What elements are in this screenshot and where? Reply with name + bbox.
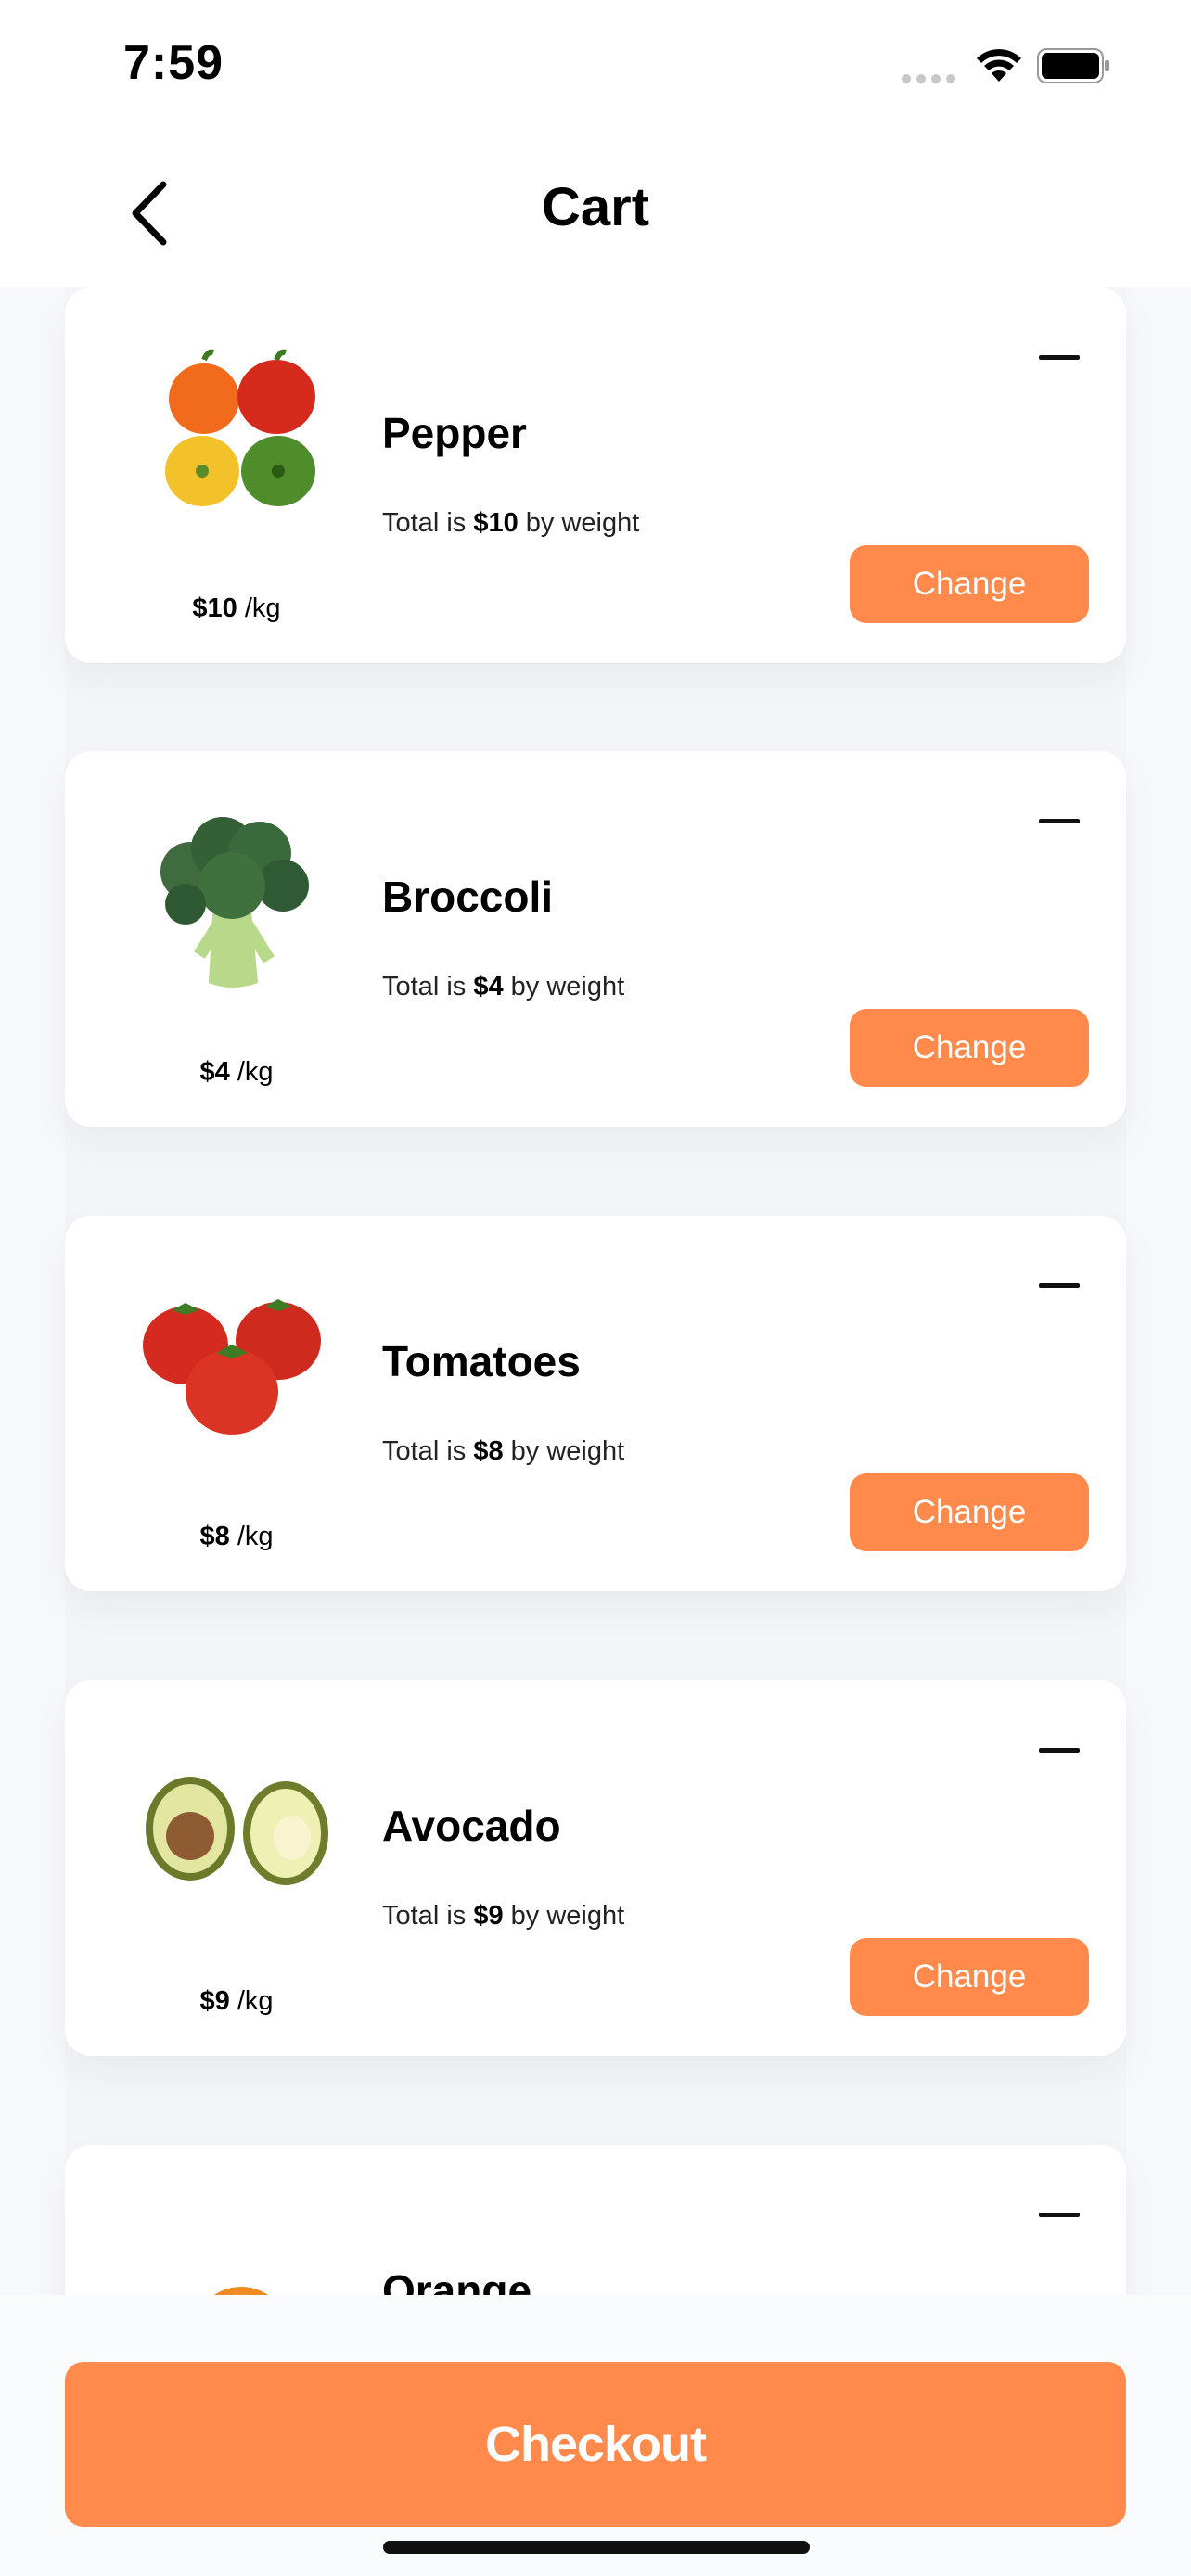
cart-list[interactable]: Pepper Total is $10 by weight $10 /kg Ch… — [0, 287, 1191, 2295]
battery-icon — [1037, 48, 1109, 83]
item-total: Total is $8 by weight — [382, 1436, 625, 1466]
item-name: Orange — [382, 2266, 532, 2295]
cart-item-avocado: Avocado Total is $9 by weight $9 /kg Cha… — [65, 1680, 1126, 2056]
remove-item-button[interactable] — [1031, 1271, 1087, 1299]
change-button[interactable]: Change — [850, 1473, 1089, 1551]
item-price: $8 /kg — [199, 1522, 274, 1551]
orange-image — [213, 2287, 269, 2295]
home-indicator[interactable] — [383, 2541, 810, 2554]
footer: Checkout — [0, 2295, 1191, 2576]
cart-item-broccoli: Broccoli Total is $4 by weight $4 /kg Ch… — [65, 751, 1126, 1127]
item-name: Broccoli — [382, 873, 554, 921]
wifi-icon — [977, 49, 1021, 82]
signal-icon — [902, 74, 955, 83]
item-name: Pepper — [382, 409, 527, 457]
cart-item-pepper: Pepper Total is $10 by weight $10 /kg Ch… — [65, 287, 1126, 663]
cart-screen: 7:59 Cart Pepper Total is $10 by weight … — [0, 0, 1191, 2576]
page-title: Cart — [541, 177, 650, 237]
item-total: Total is $10 by weight — [382, 508, 640, 538]
item-name: Tomatoes — [382, 1337, 581, 1385]
item-price: $10 /kg — [192, 593, 281, 623]
avocado-image — [146, 1777, 328, 1885]
cart-item-tomatoes: Tomatoes Total is $8 by weight $8 /kg Ch… — [65, 1216, 1126, 1591]
remove-item-button[interactable] — [1031, 343, 1087, 371]
item-total: Total is $9 by weight — [382, 1901, 625, 1931]
nav-header: Cart — [0, 139, 1191, 287]
item-name: Avocado — [382, 1802, 561, 1850]
remove-item-button[interactable] — [1031, 1736, 1087, 1764]
change-button[interactable]: Change — [850, 545, 1089, 623]
item-total: Total is $4 by weight — [382, 972, 625, 1001]
pepper-image — [165, 349, 315, 506]
broccoli-image — [160, 817, 309, 988]
change-button[interactable]: Change — [850, 1938, 1089, 2016]
change-button[interactable]: Change — [850, 1009, 1089, 1087]
status-time: 7:59 — [123, 36, 224, 90]
checkout-button[interactable]: Checkout — [65, 2362, 1126, 2527]
item-price: $4 /kg — [199, 1057, 274, 1087]
cart-item-orange: Orange — [65, 2145, 1126, 2295]
item-price: $9 /kg — [199, 1986, 274, 2016]
remove-item-button[interactable] — [1031, 807, 1087, 835]
status-bar: 7:59 — [0, 0, 1191, 139]
remove-item-button[interactable] — [1031, 2200, 1087, 2228]
tomatoes-image — [143, 1299, 321, 1435]
